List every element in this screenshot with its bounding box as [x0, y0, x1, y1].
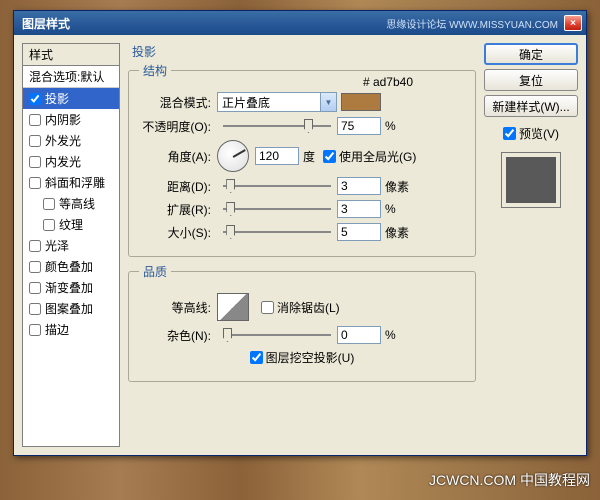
sidebar-item[interactable]: 渐变叠加: [23, 277, 119, 298]
global-light-checkbox[interactable]: 使用全局光(G): [323, 148, 416, 165]
styles-sidebar: 样式 混合选项:默认 投影内阴影外发光内发光斜面和浮雕等高线纹理光泽颜色叠加渐变…: [22, 43, 120, 447]
px-unit-2: 像素: [385, 224, 409, 241]
spread-slider[interactable]: [223, 208, 331, 210]
noise-input[interactable]: [337, 326, 381, 344]
sidebar-item-checkbox[interactable]: [29, 93, 41, 105]
distance-label: 距离(D):: [139, 178, 217, 195]
blend-mode-combo[interactable]: 正片叠底 ▼: [217, 92, 337, 112]
size-slider[interactable]: [223, 231, 331, 233]
sidebar-item-checkbox[interactable]: [43, 219, 55, 231]
noise-label: 杂色(N):: [139, 327, 217, 344]
percent-unit-3: %: [385, 328, 396, 342]
sidebar-item-label: 内阴影: [45, 111, 81, 128]
knockout-checkbox[interactable]: 图层挖空投影(U): [250, 349, 355, 366]
antialias-checkbox[interactable]: 消除锯齿(L): [261, 299, 340, 316]
opacity-slider[interactable]: [223, 125, 331, 127]
sidebar-item[interactable]: 光泽: [23, 235, 119, 256]
new-style-button[interactable]: 新建样式(W)...: [484, 95, 578, 117]
angle-label: 角度(A):: [139, 148, 217, 165]
blend-mode-value: 正片叠底: [222, 94, 270, 111]
color-swatch[interactable]: [341, 93, 381, 111]
size-label: 大小(S):: [139, 224, 217, 241]
close-button[interactable]: ×: [564, 15, 582, 31]
sidebar-item[interactable]: 描边: [23, 319, 119, 340]
contour-picker[interactable]: [217, 293, 249, 321]
size-input[interactable]: [337, 223, 381, 241]
sidebar-item-checkbox[interactable]: [29, 114, 41, 126]
sidebar-header: 样式: [23, 44, 119, 66]
distance-slider[interactable]: [223, 185, 331, 187]
sidebar-item-label: 描边: [45, 321, 69, 338]
contour-label: 等高线:: [139, 299, 217, 316]
chevron-down-icon: ▼: [320, 93, 336, 111]
sidebar-item-label: 内发光: [45, 153, 81, 170]
spread-label: 扩展(R):: [139, 201, 217, 218]
sidebar-item[interactable]: 斜面和浮雕: [23, 172, 119, 193]
panel-title: 投影: [128, 43, 476, 60]
sidebar-item[interactable]: 颜色叠加: [23, 256, 119, 277]
sidebar-item-checkbox[interactable]: [29, 156, 41, 168]
preview-swatch: [501, 152, 561, 208]
percent-unit-2: %: [385, 202, 396, 216]
reset-button[interactable]: 复位: [484, 69, 578, 91]
sidebar-item-label: 图案叠加: [45, 300, 93, 317]
sidebar-item-checkbox[interactable]: [43, 198, 55, 210]
window-title: 图层样式: [22, 15, 70, 32]
titlebar: 图层样式 思缘设计论坛 WWW.MISSYUAN.COM ×: [14, 11, 586, 35]
structure-group: 结构 # ad7b40 混合模式: 正片叠底 ▼ 不透明度(O): %: [128, 62, 476, 257]
angle-dial[interactable]: [217, 140, 249, 172]
sidebar-item-label: 渐变叠加: [45, 279, 93, 296]
percent-unit: %: [385, 119, 396, 133]
sidebar-item-checkbox[interactable]: [29, 135, 41, 147]
sidebar-item-label: 投影: [45, 90, 69, 107]
distance-input[interactable]: [337, 177, 381, 195]
sidebar-item[interactable]: 纹理: [23, 214, 119, 235]
opacity-input[interactable]: [337, 117, 381, 135]
noise-slider[interactable]: [223, 334, 331, 336]
footer-watermark: JCWCN.COM 中国教程网: [429, 470, 590, 490]
opacity-label: 不透明度(O):: [139, 118, 217, 135]
quality-legend: 品质: [139, 263, 171, 280]
structure-legend: 结构: [139, 62, 171, 79]
preview-checkbox[interactable]: 预览(V): [484, 125, 578, 142]
center-panel: 投影 结构 # ad7b40 混合模式: 正片叠底 ▼ 不透明度(O): %: [128, 43, 476, 447]
sidebar-item[interactable]: 外发光: [23, 130, 119, 151]
sidebar-item-checkbox[interactable]: [29, 303, 41, 315]
spread-input[interactable]: [337, 200, 381, 218]
hex-annotation: # ad7b40: [363, 75, 413, 89]
sidebar-item[interactable]: 等高线: [23, 193, 119, 214]
sidebar-item[interactable]: 内阴影: [23, 109, 119, 130]
sidebar-item[interactable]: 内发光: [23, 151, 119, 172]
sidebar-item-checkbox[interactable]: [29, 240, 41, 252]
sidebar-item-label: 颜色叠加: [45, 258, 93, 275]
blend-mode-label: 混合模式:: [139, 94, 217, 111]
quality-group: 品质 等高线: 消除锯齿(L) 杂色(N): % 图层挖空投影(U): [128, 263, 476, 382]
sidebar-item-label: 纹理: [59, 216, 83, 233]
sidebar-item-checkbox[interactable]: [29, 177, 41, 189]
degree-unit: 度: [303, 148, 315, 165]
sidebar-item[interactable]: 投影: [23, 88, 119, 109]
sidebar-item-label: 等高线: [59, 195, 95, 212]
sidebar-item[interactable]: 图案叠加: [23, 298, 119, 319]
sidebar-item-label: 光泽: [45, 237, 69, 254]
window-tag: 思缘设计论坛 WWW.MISSYUAN.COM: [386, 16, 558, 31]
sidebar-item-checkbox[interactable]: [29, 282, 41, 294]
layer-style-dialog: 图层样式 思缘设计论坛 WWW.MISSYUAN.COM × 样式 混合选项:默…: [13, 10, 587, 456]
sidebar-item-label: 外发光: [45, 132, 81, 149]
sidebar-item-checkbox[interactable]: [29, 324, 41, 336]
right-buttons: 确定 复位 新建样式(W)... 预览(V): [484, 43, 578, 447]
ok-button[interactable]: 确定: [484, 43, 578, 65]
angle-input[interactable]: [255, 147, 299, 165]
sidebar-item-checkbox[interactable]: [29, 261, 41, 273]
px-unit: 像素: [385, 178, 409, 195]
sidebar-blend-options[interactable]: 混合选项:默认: [23, 66, 119, 88]
sidebar-item-label: 斜面和浮雕: [45, 174, 105, 191]
